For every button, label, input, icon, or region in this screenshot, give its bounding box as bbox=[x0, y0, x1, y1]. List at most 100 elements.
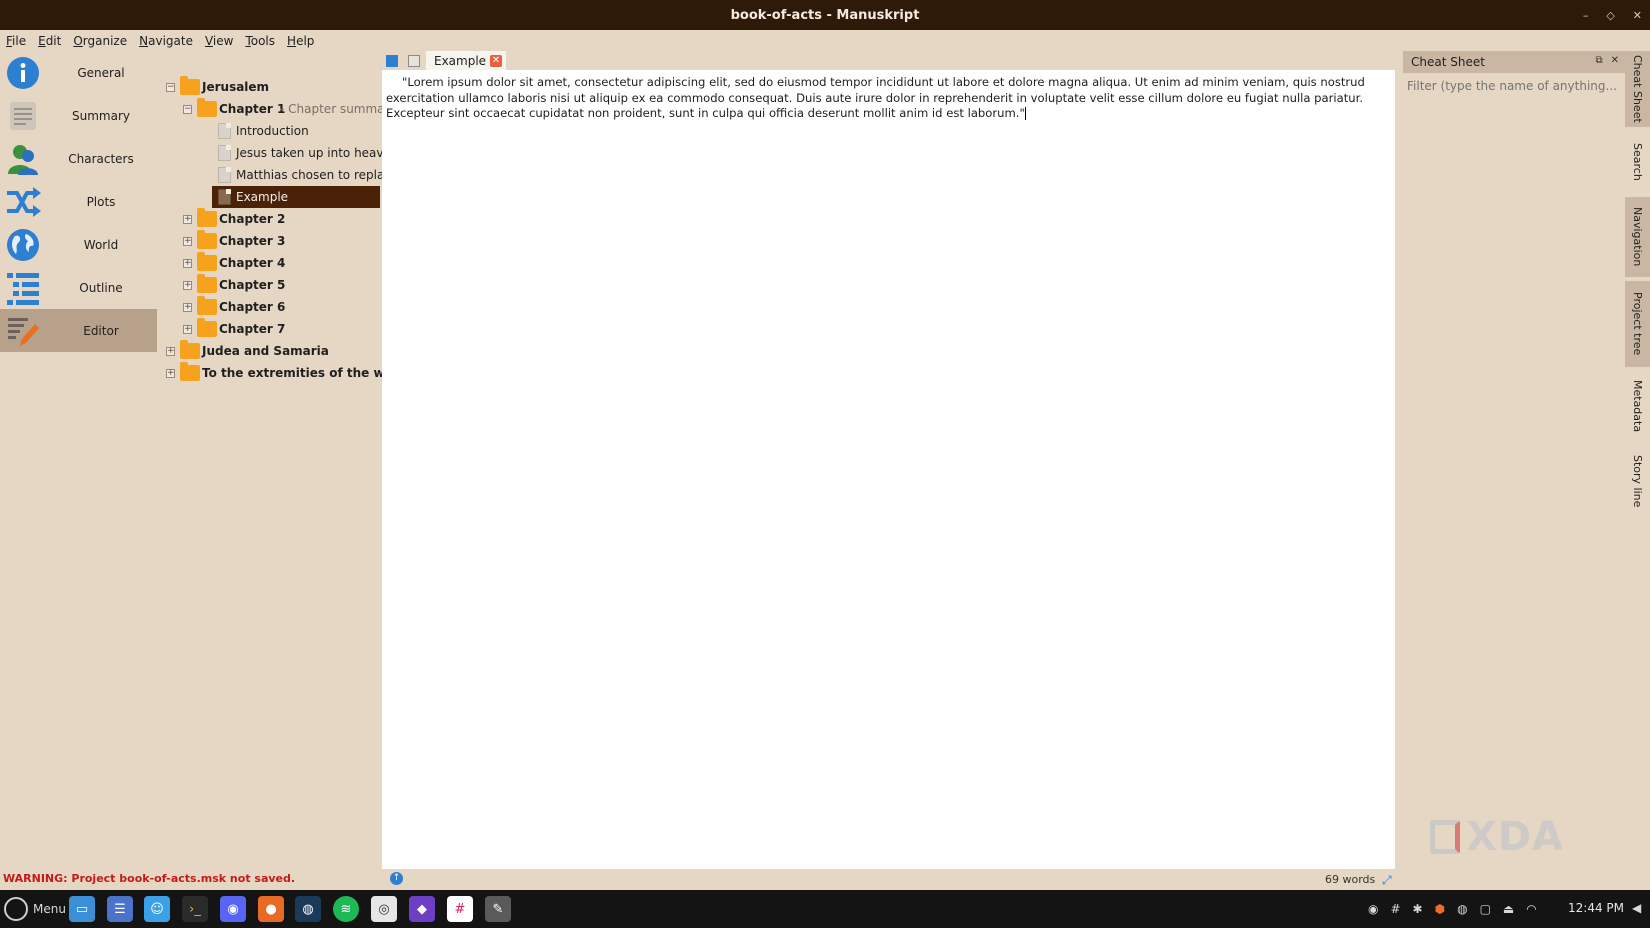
tree-item-introduction[interactable]: Introduction bbox=[160, 120, 382, 142]
menu-edit[interactable]: Edit bbox=[38, 34, 61, 48]
close-tab-icon[interactable]: ✕ bbox=[490, 55, 502, 67]
dock-tab-metadata[interactable]: Metadata bbox=[1625, 371, 1650, 441]
expand-toggle[interactable]: + bbox=[183, 259, 192, 268]
tree-item-chapter-5[interactable]: + Chapter 5 bbox=[160, 274, 382, 296]
tree-item-extremities[interactable]: + To the extremities of the world bbox=[160, 362, 411, 384]
expand-toggle[interactable]: + bbox=[183, 303, 192, 312]
nav-characters[interactable]: Characters bbox=[0, 137, 157, 180]
wifi-icon[interactable]: ◠ bbox=[1526, 902, 1536, 916]
nav-plots[interactable]: Plots bbox=[0, 180, 157, 223]
dock-tab-story-line[interactable]: Story line bbox=[1625, 445, 1650, 517]
text-editor[interactable]: "Lorem ipsum dolor sit amet, consectetur… bbox=[382, 70, 1395, 869]
close-panel-icon[interactable]: ✕ bbox=[1611, 55, 1619, 66]
word-count: 69 words bbox=[1325, 873, 1376, 886]
nav-label-general: General bbox=[77, 65, 125, 80]
tree-item-chapter-7[interactable]: + Chapter 7 bbox=[160, 318, 382, 340]
collapse-toggle[interactable]: − bbox=[166, 83, 175, 92]
left-navigation: General Summary Characters Plots World O… bbox=[0, 51, 157, 879]
notifications-icon[interactable]: ▢ bbox=[1480, 902, 1491, 916]
steam-tray-icon[interactable]: ◍ bbox=[1457, 902, 1467, 916]
dock-tab-search[interactable]: Search bbox=[1625, 131, 1650, 193]
manuskript-icon[interactable]: ✎ bbox=[485, 896, 511, 922]
fullscreen-icon[interactable]: ⤢ bbox=[1382, 873, 1392, 888]
tree-item-chapter-6[interactable]: + Chapter 6 bbox=[160, 296, 382, 318]
tree-label: Chapter 3 bbox=[219, 234, 286, 248]
discord-tray-icon[interactable]: ◉ bbox=[1368, 902, 1378, 916]
tree-item-jerusalem[interactable]: − Jerusalem bbox=[160, 76, 382, 98]
volume-icon[interactable]: ◀ bbox=[1632, 901, 1641, 915]
filter-input[interactable] bbox=[1403, 76, 1625, 96]
bluetooth-icon[interactable]: ✱ bbox=[1413, 902, 1423, 916]
tree-label: Matthias chosen to repla... bbox=[236, 168, 396, 182]
expand-toggle[interactable]: + bbox=[183, 215, 192, 224]
tree-item-example[interactable]: Example bbox=[212, 186, 380, 208]
summary-icon bbox=[5, 98, 41, 134]
folder-icon bbox=[197, 98, 217, 117]
menu-navigate[interactable]: Navigate bbox=[139, 34, 193, 48]
obsidian-icon[interactable]: ◆ bbox=[409, 896, 435, 922]
menu-organize[interactable]: Organize bbox=[73, 34, 127, 48]
nav-editor[interactable]: Editor bbox=[0, 309, 157, 352]
expand-toggle[interactable]: + bbox=[183, 325, 192, 334]
expand-toggle[interactable]: + bbox=[166, 347, 175, 356]
finder-icon[interactable]: ☺ bbox=[144, 896, 170, 922]
slack-icon[interactable]: # bbox=[447, 896, 473, 922]
nav-general[interactable]: General bbox=[0, 51, 157, 94]
expand-toggle[interactable]: + bbox=[183, 281, 192, 290]
start-menu-button[interactable]: Menu bbox=[4, 897, 66, 921]
tree-label: Judea and Samaria bbox=[202, 344, 329, 358]
firefox-icon[interactable]: ● bbox=[258, 896, 284, 922]
nav-summary[interactable]: Summary bbox=[0, 94, 157, 137]
status-bar: WARNING: Project book-of-acts.msk not sa… bbox=[0, 869, 1650, 890]
dock-title: Cheat Sheet bbox=[1411, 55, 1485, 69]
screenshot-icon[interactable]: ◎ bbox=[371, 896, 397, 922]
tree-item-chapter-2[interactable]: + Chapter 2 bbox=[160, 208, 382, 230]
view-mode-icon[interactable] bbox=[386, 55, 398, 67]
nav-world[interactable]: World bbox=[0, 223, 157, 266]
collapse-toggle[interactable]: − bbox=[183, 105, 192, 114]
slack-tray-icon[interactable]: # bbox=[1390, 902, 1400, 916]
tab-example[interactable]: Example ✕ bbox=[426, 51, 506, 71]
info-icon[interactable]: ↑ bbox=[390, 872, 403, 885]
nav-label-editor: Editor bbox=[83, 323, 119, 338]
tree-label: Example bbox=[236, 190, 289, 204]
tree-item-jesus-taken-up[interactable]: Jesus taken up into heaven bbox=[160, 142, 399, 164]
editor-text[interactable]: "Lorem ipsum dolor sit amet, consectetur… bbox=[386, 75, 1391, 122]
files-icon[interactable]: ▭ bbox=[69, 896, 95, 922]
close-window-button[interactable]: ✕ bbox=[1633, 9, 1642, 22]
brave-icon[interactable]: ⬢ bbox=[1435, 902, 1445, 916]
tree-item-chapter-1[interactable]: − Chapter 1 - Chapter summary bbox=[160, 98, 397, 120]
menu-view[interactable]: View bbox=[205, 34, 233, 48]
document-icon bbox=[218, 167, 231, 183]
expand-toggle[interactable]: + bbox=[166, 369, 175, 378]
split-view-icon[interactable] bbox=[408, 55, 420, 67]
menu-file[interactable]: File bbox=[6, 34, 26, 48]
tree-label: Jerusalem bbox=[202, 80, 270, 94]
maximize-button[interactable]: ◇ bbox=[1606, 9, 1614, 22]
window-title: book-of-acts - Manuskript bbox=[730, 7, 920, 23]
cheat-sheet-panel: Cheat Sheet ⧉ ✕ bbox=[1403, 51, 1625, 869]
tree-item-chapter-4[interactable]: + Chapter 4 bbox=[160, 252, 382, 274]
tree-item-chapter-3[interactable]: + Chapter 3 bbox=[160, 230, 382, 252]
terminal-icon[interactable]: ›_ bbox=[182, 896, 208, 922]
clock[interactable]: 12:44 PM bbox=[1568, 901, 1624, 915]
tree-item-matthias[interactable]: Matthias chosen to repla... bbox=[160, 164, 396, 186]
menu-tools[interactable]: Tools bbox=[245, 34, 275, 48]
menu-help[interactable]: Help bbox=[287, 34, 314, 48]
discord-icon[interactable]: ◉ bbox=[220, 896, 246, 922]
unsaved-warning: WARNING: Project book-of-acts.msk not sa… bbox=[3, 872, 296, 885]
float-panel-icon[interactable]: ⧉ bbox=[1595, 55, 1602, 66]
spotify-icon[interactable]: ≋ bbox=[333, 896, 359, 922]
nav-outline[interactable]: Outline bbox=[0, 266, 157, 309]
settings-icon[interactable]: ☰ bbox=[107, 896, 133, 922]
steam-icon[interactable]: ◍ bbox=[295, 896, 321, 922]
dock-tab-project-tree[interactable]: Project tree bbox=[1625, 281, 1650, 367]
dock-tab-cheat-sheet[interactable]: Cheat Sheet bbox=[1625, 51, 1650, 127]
tree-label: Chapter 2 bbox=[219, 212, 286, 226]
minimize-button[interactable]: – bbox=[1583, 9, 1589, 22]
drive-icon[interactable]: ⏏ bbox=[1503, 902, 1514, 916]
expand-toggle[interactable]: + bbox=[183, 237, 192, 246]
characters-icon bbox=[5, 141, 41, 177]
tree-item-judea-samaria[interactable]: + Judea and Samaria bbox=[160, 340, 382, 362]
dock-tab-navigation[interactable]: Navigation bbox=[1625, 197, 1650, 277]
